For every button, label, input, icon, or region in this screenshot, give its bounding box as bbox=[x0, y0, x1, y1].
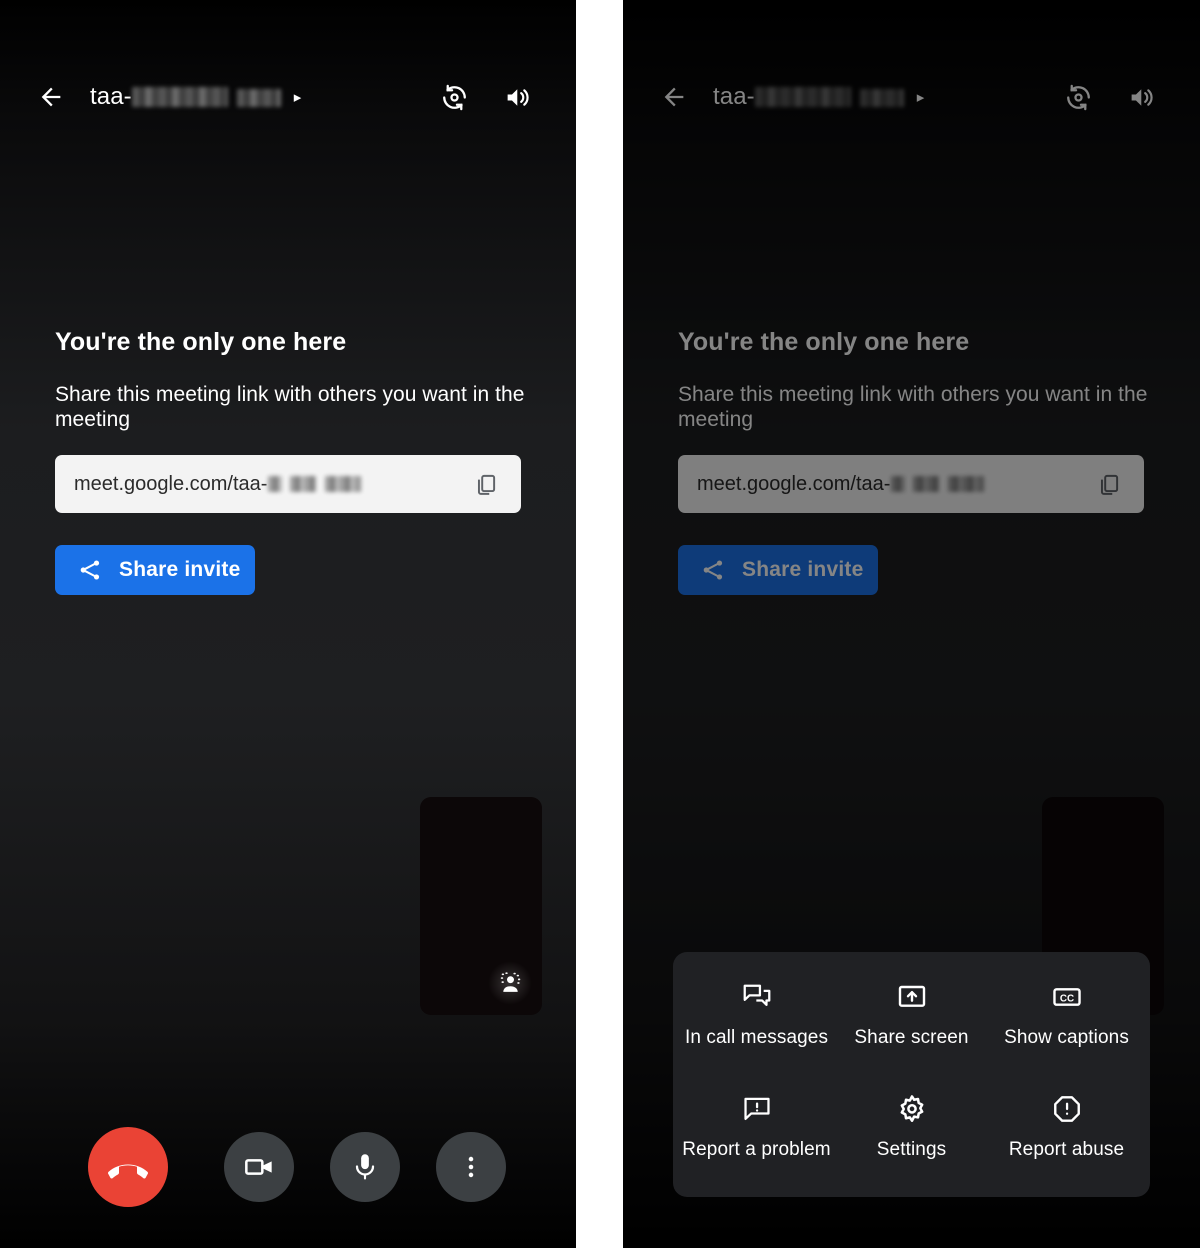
share-invite-label: Share invite bbox=[742, 558, 864, 581]
link-redaction-2 bbox=[290, 476, 317, 492]
chevron-right-icon: ▸ bbox=[916, 88, 925, 106]
meeting-code-redaction-2 bbox=[859, 89, 904, 107]
speaker-icon[interactable] bbox=[498, 77, 538, 117]
share-icon bbox=[80, 560, 100, 580]
closed-caption-icon: CC bbox=[1051, 980, 1083, 1014]
blur-background-icon[interactable] bbox=[488, 961, 532, 1005]
menu-item-label: Report a problem bbox=[682, 1138, 831, 1160]
top-bar-left: taa- ▸ bbox=[0, 70, 576, 124]
page-subtitle: Share this meeting link with others you … bbox=[55, 383, 525, 431]
switch-camera-icon[interactable] bbox=[1058, 77, 1098, 117]
meet-screen-right: taa- ▸ You're the only one here Share th… bbox=[623, 0, 1200, 1248]
forum-icon bbox=[741, 980, 773, 1014]
menu-item-report-a-problem[interactable]: Report a problem bbox=[679, 1076, 834, 1188]
call-controls-left bbox=[0, 1127, 576, 1207]
speaker-icon[interactable] bbox=[1122, 77, 1162, 117]
top-bar-right: taa- ▸ bbox=[623, 70, 1200, 124]
svg-text:CC: CC bbox=[1059, 994, 1073, 1005]
page-subtitle: Share this meeting link with others you … bbox=[678, 383, 1148, 431]
share-invite-label: Share invite bbox=[119, 558, 241, 581]
feedback-icon bbox=[741, 1092, 773, 1126]
menu-item-share-screen[interactable]: Share screen bbox=[834, 964, 989, 1076]
link-redaction-1 bbox=[891, 476, 906, 492]
video-camera-icon bbox=[245, 1159, 272, 1175]
meeting-code-redaction-1 bbox=[131, 87, 228, 107]
share-invite-button[interactable]: Share invite bbox=[678, 545, 878, 595]
hangup-button[interactable] bbox=[88, 1127, 168, 1207]
meeting-link-field[interactable]: meet.google.com/taa- bbox=[678, 455, 1144, 513]
link-redaction-2 bbox=[913, 476, 940, 492]
meeting-code-prefix: taa- bbox=[713, 83, 755, 110]
link-redaction-3 bbox=[948, 476, 985, 492]
switch-camera-icon[interactable] bbox=[434, 77, 474, 117]
share-invite-button[interactable]: Share invite bbox=[55, 545, 255, 595]
overflow-menu: In call messages Share screen CC Show ca… bbox=[673, 952, 1150, 1197]
screenshot-comparison: taa- ▸ You're the only one here Share th… bbox=[0, 0, 1200, 1248]
menu-item-in-call-messages[interactable]: In call messages bbox=[679, 964, 834, 1076]
menu-item-report-abuse[interactable]: Report abuse bbox=[989, 1076, 1144, 1188]
meet-screen-left: taa- ▸ You're the only one here Share th… bbox=[0, 0, 576, 1248]
meeting-link-text: meet.google.com/taa- bbox=[74, 472, 268, 495]
meeting-code[interactable]: taa- ▸ bbox=[713, 85, 924, 109]
meeting-code[interactable]: taa- ▸ bbox=[90, 85, 301, 109]
meeting-code-redaction-2 bbox=[236, 89, 281, 107]
copy-icon[interactable] bbox=[1092, 467, 1126, 501]
present-icon bbox=[896, 980, 928, 1014]
back-arrow-icon[interactable] bbox=[657, 80, 691, 114]
meeting-code-prefix: taa- bbox=[90, 83, 132, 110]
more-options-button[interactable] bbox=[436, 1132, 506, 1202]
panel-divider bbox=[576, 0, 623, 1248]
self-view-thumbnail[interactable] bbox=[420, 797, 542, 1015]
menu-item-label: Settings bbox=[876, 1138, 947, 1160]
link-redaction-1 bbox=[268, 476, 283, 492]
page-title: You're the only one here bbox=[678, 328, 970, 356]
more-vertical-icon bbox=[468, 1156, 474, 1178]
menu-item-label: In call messages bbox=[684, 1027, 829, 1048]
microphone-icon bbox=[355, 1154, 375, 1180]
copy-icon[interactable] bbox=[469, 467, 503, 501]
share-icon bbox=[703, 560, 723, 580]
menu-item-label: Report abuse bbox=[1008, 1138, 1125, 1160]
menu-item-show-captions[interactable]: CC Show captions bbox=[989, 964, 1144, 1076]
page-title: You're the only one here bbox=[55, 328, 347, 356]
microphone-button[interactable] bbox=[330, 1132, 400, 1202]
meeting-code-redaction-1 bbox=[754, 87, 851, 107]
meeting-link-field[interactable]: meet.google.com/taa- bbox=[55, 455, 521, 513]
call-end-icon bbox=[108, 1164, 148, 1179]
menu-item-label: Show captions bbox=[1004, 1027, 1129, 1048]
meeting-link-text: meet.google.com/taa- bbox=[697, 472, 891, 495]
report-abuse-icon bbox=[1051, 1092, 1083, 1126]
menu-item-settings[interactable]: Settings bbox=[834, 1076, 989, 1188]
menu-item-label: Share screen bbox=[854, 1027, 969, 1048]
back-arrow-icon[interactable] bbox=[34, 80, 68, 114]
gear-icon bbox=[896, 1092, 928, 1126]
camera-button[interactable] bbox=[224, 1132, 294, 1202]
chevron-right-icon: ▸ bbox=[293, 88, 302, 106]
link-redaction-3 bbox=[325, 476, 362, 492]
